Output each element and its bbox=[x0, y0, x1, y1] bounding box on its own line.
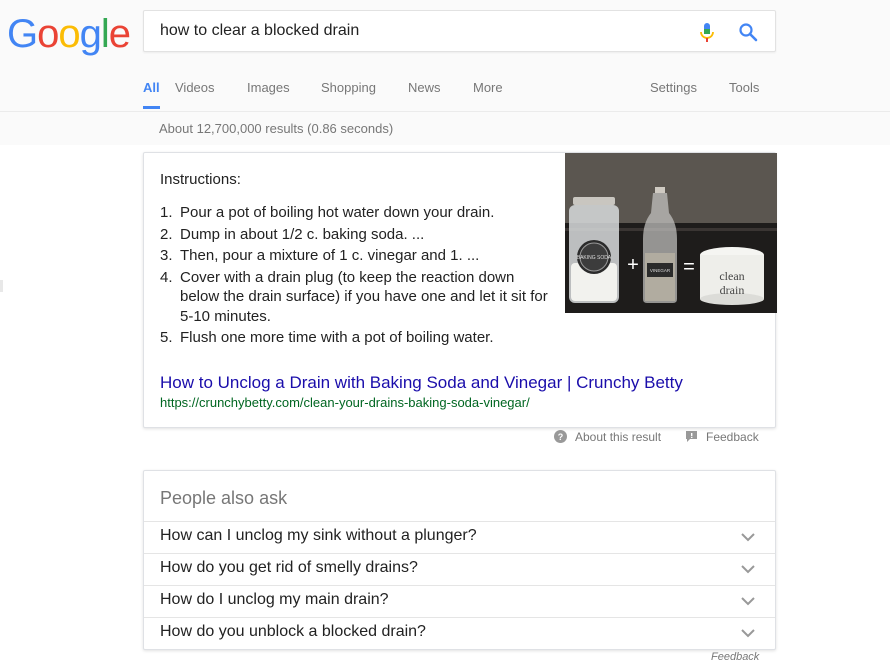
step-text: Dump in about 1/2 c. baking soda. ... bbox=[180, 225, 425, 243]
svg-text:?: ? bbox=[558, 432, 564, 442]
list-item: 2. Dump in about 1/2 c. baking soda. ... bbox=[160, 225, 550, 245]
step-number: 1. bbox=[160, 204, 173, 221]
list-item: 1. Pour a pot of boiling hot water down y… bbox=[160, 203, 550, 223]
tab-more[interactable]: More bbox=[473, 80, 503, 95]
feedback-link[interactable]: Feedback bbox=[685, 430, 759, 444]
results-count: About 12,700,000 results (0.86 seconds) bbox=[159, 121, 394, 136]
chevron-down-icon bbox=[741, 597, 755, 606]
mic-icon[interactable] bbox=[698, 22, 716, 44]
people-also-ask: People also ask How can I unclog my sink… bbox=[143, 470, 776, 650]
logo-letter: g bbox=[79, 12, 102, 56]
tab-shopping[interactable]: Shopping bbox=[321, 80, 376, 95]
list-item: 4. Cover with a drain plug (to keep the r… bbox=[160, 268, 550, 327]
bottle-label: VINEGAR bbox=[650, 268, 671, 273]
tab-images[interactable]: Images bbox=[247, 80, 290, 95]
chevron-down-icon bbox=[741, 629, 755, 638]
tab-videos[interactable]: Videos bbox=[175, 80, 215, 95]
step-number: 4. bbox=[160, 268, 173, 286]
results-stats-bar: About 12,700,000 results (0.86 seconds) bbox=[0, 111, 890, 145]
step-text: Cover with a drain plug (to keep the rea… bbox=[180, 268, 548, 325]
paa-title: People also ask bbox=[160, 488, 288, 508]
header: Google All Videos Images Shopping News M… bbox=[0, 0, 890, 145]
jar-label: BAKING SODA bbox=[577, 255, 612, 261]
about-result-link[interactable]: ? About this result bbox=[554, 430, 661, 444]
logo-letter: o bbox=[58, 12, 80, 56]
snippet-image[interactable]: BAKING SODA + VINEGAR = clean drain bbox=[565, 153, 777, 313]
step-text: Then, pour a mixture of 1 c. vinegar and… bbox=[180, 247, 480, 264]
search-box[interactable] bbox=[143, 10, 776, 52]
result-title-link[interactable]: How to Unclog a Drain with Baking Soda a… bbox=[160, 373, 683, 393]
step-number: 2. bbox=[160, 225, 173, 243]
tab-all[interactable]: All bbox=[143, 80, 160, 109]
chevron-down-icon bbox=[741, 533, 755, 542]
paa-question: How do you get rid of smelly drains? bbox=[160, 559, 418, 576]
help-icon: ? bbox=[554, 430, 567, 443]
edge-marker bbox=[0, 280, 3, 292]
equals-sign: = bbox=[683, 256, 695, 278]
logo-letter: l bbox=[100, 12, 110, 56]
paa-feedback-link[interactable]: Feedback bbox=[711, 651, 759, 663]
tab-tools[interactable]: Tools bbox=[729, 80, 759, 95]
list-item: 5. Flush one more time with a pot of boil… bbox=[160, 328, 550, 348]
step-number: 3. bbox=[160, 247, 173, 264]
logo-letter: G bbox=[7, 12, 38, 56]
paa-question: How do I unclog my main drain? bbox=[160, 591, 389, 608]
result-url: https://crunchybetty.com/clean-your-drai… bbox=[160, 395, 530, 410]
snippet-image-art: BAKING SODA + VINEGAR = clean drain bbox=[565, 153, 777, 313]
paa-question: How do you unblock a blocked drain? bbox=[160, 623, 426, 640]
step-text: Flush one more time with a pot of boilin… bbox=[180, 329, 494, 346]
about-result-label: About this result bbox=[575, 430, 662, 444]
tab-news[interactable]: News bbox=[408, 80, 441, 95]
paa-question-item[interactable]: How can I unclog my sink without a plung… bbox=[144, 521, 775, 553]
featured-snippet: Instructions: 1. Pour a pot of boiling ho… bbox=[143, 152, 777, 428]
logo-letter: o bbox=[37, 12, 59, 56]
paa-question-item[interactable]: How do I unclog my main drain? bbox=[144, 585, 775, 617]
chevron-down-icon bbox=[741, 565, 755, 574]
paa-question-item[interactable]: How do you unblock a blocked drain? bbox=[144, 617, 775, 649]
step-number: 5. bbox=[160, 329, 173, 346]
paa-question-item[interactable]: How do you get rid of smelly drains? bbox=[144, 553, 775, 585]
paa-question: How can I unclog my sink without a plung… bbox=[160, 527, 477, 544]
instructions-title: Instructions: bbox=[160, 171, 241, 188]
search-input[interactable] bbox=[160, 22, 680, 40]
instructions-list: 1. Pour a pot of boiling hot water down y… bbox=[160, 203, 550, 350]
list-item: 3. Then, pour a mixture of 1 c. vinegar a… bbox=[160, 246, 550, 266]
tab-settings[interactable]: Settings bbox=[650, 80, 697, 95]
feedback-label: Feedback bbox=[706, 430, 759, 444]
plus-sign: + bbox=[627, 254, 639, 276]
google-logo[interactable]: Google bbox=[7, 12, 131, 57]
step-text: Pour a pot of boiling hot water down you… bbox=[180, 204, 495, 221]
logo-letter: e bbox=[108, 12, 131, 56]
bowl-label-line2: drain bbox=[720, 283, 745, 297]
bowl-label-line1: clean bbox=[719, 269, 744, 283]
search-icon[interactable] bbox=[738, 22, 758, 42]
feedback-icon bbox=[686, 431, 697, 442]
